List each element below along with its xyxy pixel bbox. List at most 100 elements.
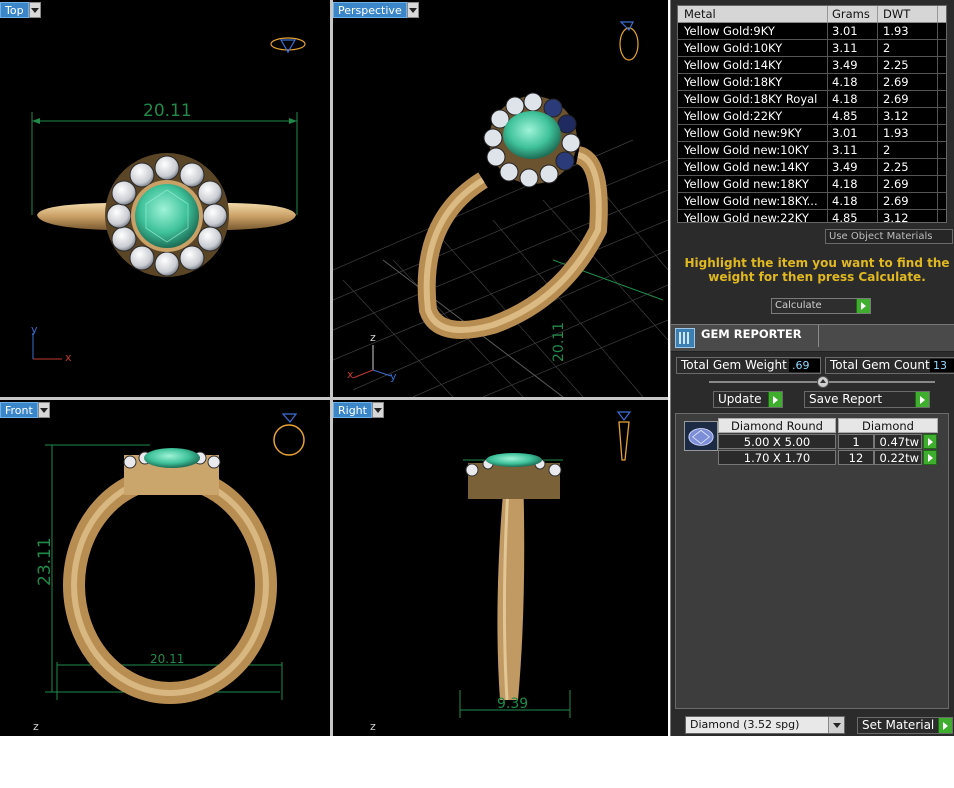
use-object-materials-button[interactable]: Use Object Materials [825, 229, 953, 244]
total-gem-weight-label: Total Gem Weight [681, 358, 787, 372]
tab-separator [818, 325, 819, 347]
gem-slider-handle[interactable] [817, 376, 829, 388]
viewport-perspective-dropdown-icon[interactable] [406, 2, 419, 18]
grams-cell: 4.85 [828, 108, 878, 124]
chevron-down-icon[interactable] [828, 717, 844, 733]
metal-table-body: Yellow Gold:9KY 3.01 1.93 Yellow Gold:10KY 3… [678, 23, 946, 222]
set-material-arrow-icon [938, 718, 952, 733]
viewport-front-label[interactable]: Front [0, 402, 38, 418]
right-dimension-label: 9.39 [497, 696, 529, 712]
dwt-cell: 2 [878, 40, 938, 56]
metal-table-row[interactable]: Yellow Gold:18KY 4.18 2.69 [678, 74, 946, 91]
metal-table-header: Metal Grams DWT [678, 6, 946, 23]
metal-table-row[interactable]: Yellow Gold:14KY 3.49 2.25 [678, 57, 946, 74]
perspective-dimension-label: 20.11 [551, 321, 567, 362]
gem-reporter-icon [675, 328, 695, 348]
metal-table-row[interactable]: Yellow Gold:10KY 3.11 2 [678, 40, 946, 57]
viewport-right[interactable]: Right 9.39 z [333, 400, 668, 736]
metal-table-row[interactable]: Yellow Gold new:18KY... 4.18 2.69 [678, 193, 946, 210]
grams-cell: 4.18 [828, 74, 878, 90]
viewport-top-dropdown-icon[interactable] [28, 2, 41, 18]
update-label: Update [718, 392, 762, 406]
grams-cell: 4.85 [828, 210, 878, 222]
top-dimension-label: 20.11 [143, 101, 192, 121]
set-material-button[interactable]: Set Material [857, 717, 953, 734]
metal-name-cell: Yellow Gold new:10KY [678, 142, 828, 158]
metal-weight-table[interactable]: Metal Grams DWT Yellow Gold:9KY 3.01 1.93 Y… [677, 5, 947, 223]
material-select[interactable]: Diamond (3.52 spg) [685, 716, 845, 734]
viewport-perspective-header: Perspective [333, 2, 419, 18]
top-axis-x-label: x [65, 351, 72, 364]
metal-name-cell: Yellow Gold new:18KY... [678, 193, 828, 209]
grams-cell: 3.01 [828, 23, 878, 39]
viewport-right-header: Right [333, 402, 384, 418]
metal-name-cell: Yellow Gold new:14KY [678, 159, 828, 175]
metal-table-row[interactable]: Yellow Gold new:18KY 4.18 2.69 [678, 176, 946, 193]
viewport-right-label[interactable]: Right [333, 402, 372, 418]
dwt-cell: 2.25 [878, 57, 938, 73]
weight-panel: Metal Grams DWT Yellow Gold:9KY 3.01 1.93 Y… [670, 0, 954, 736]
viewport-perspective-label[interactable]: Perspective [333, 2, 407, 18]
gem-row-arrow-icon[interactable] [923, 434, 937, 449]
gem-reporter-header: GEM REPORTER [671, 324, 954, 352]
grams-cell: 3.11 [828, 40, 878, 56]
calculate-button[interactable]: Calculate [771, 298, 871, 314]
dwt-cell: 3.12 [878, 210, 938, 222]
total-gem-weight-value: .69 [789, 359, 820, 372]
total-gem-weight-box: Total Gem Weight .69 [676, 357, 821, 374]
metal-table-row[interactable]: Yellow Gold:9KY 3.01 1.93 [678, 23, 946, 40]
grams-cell: 4.18 [828, 193, 878, 209]
gem-reporter-title: GEM REPORTER [701, 327, 802, 341]
metal-table-row[interactable]: Yellow Gold new:10KY 3.11 2 [678, 142, 946, 159]
dwt-cell: 2.69 [878, 91, 938, 107]
dwt-cell: 2.69 [878, 74, 938, 90]
dwt-column-header[interactable]: DWT [878, 6, 938, 22]
calculate-hint: Highlight the item you want to find the … [684, 256, 950, 284]
front-axis-z-label: z [33, 720, 39, 733]
persp-axis-y-label: y [390, 370, 397, 383]
viewport-front[interactable]: Front 23.11 20.11 z [0, 400, 330, 736]
front-dimension2-label: 20.11 [150, 652, 185, 666]
metal-table-row[interactable]: Yellow Gold new:22KY 4.85 3.12 [678, 210, 946, 222]
metal-table-row[interactable]: Yellow Gold:22KY 4.85 3.12 [678, 108, 946, 125]
total-gem-count-value: 13 [930, 359, 954, 372]
metal-name-cell: Yellow Gold:22KY [678, 108, 828, 124]
persp-axis-x-label: x [347, 368, 354, 381]
metal-table-row[interactable]: Yellow Gold:18KY Royal 4.18 2.69 [678, 91, 946, 108]
right-axis-z-label: z [370, 720, 376, 733]
gem-material-header: Diamond [838, 418, 938, 433]
metal-table-row[interactable]: Yellow Gold new:9KY 3.01 1.93 [678, 125, 946, 142]
metal-name-cell: Yellow Gold:9KY [678, 23, 828, 39]
metal-table-row[interactable]: Yellow Gold new:14KY 3.49 2.25 [678, 159, 946, 176]
grams-column-header[interactable]: Grams [828, 6, 878, 22]
top-view-render [31, 37, 306, 360]
dwt-cell: 2.69 [878, 176, 938, 192]
metal-column-header[interactable]: Metal [678, 6, 828, 22]
grams-cell: 3.49 [828, 57, 878, 73]
metal-name-cell: Yellow Gold:10KY [678, 40, 828, 56]
calculate-label: Calculate [775, 300, 822, 311]
total-gem-count-label: Total Gem Count [830, 358, 930, 372]
viewport-right-dropdown-icon[interactable] [371, 402, 384, 418]
viewport-front-header: Front [0, 402, 50, 418]
viewport-splitter-vertical[interactable] [330, 0, 333, 736]
gem-weight-cell: 0.47tw [874, 434, 922, 449]
front-dimension-label: 23.11 [35, 537, 55, 586]
gem-cut-header: Diamond Round [718, 418, 836, 433]
viewport-perspective[interactable]: Perspective 20.11 x y z [333, 0, 668, 397]
update-button[interactable]: Update [713, 391, 783, 408]
viewport-splitter-horizontal[interactable] [0, 397, 668, 400]
dwt-cell: 2.25 [878, 159, 938, 175]
viewport-front-dropdown-icon[interactable] [37, 402, 50, 418]
gem-list[interactable]: Diamond Round Diamond 5.00 X 5.00 1 0.47tw… [675, 413, 949, 709]
save-report-button[interactable]: Save Report [804, 391, 930, 408]
save-report-arrow-icon [915, 392, 929, 407]
gem-row-arrow-icon[interactable] [923, 450, 937, 465]
viewport-top-label[interactable]: Top [0, 2, 29, 18]
viewport-top[interactable]: Top 20.11 x y [0, 0, 330, 397]
metal-name-cell: Yellow Gold new:9KY [678, 125, 828, 141]
grams-cell: 3.49 [828, 159, 878, 175]
dwt-cell: 3.12 [878, 108, 938, 124]
material-select-value: Diamond (3.52 spg) [690, 718, 800, 731]
gem-weight-cell: 0.22tw [874, 450, 922, 465]
